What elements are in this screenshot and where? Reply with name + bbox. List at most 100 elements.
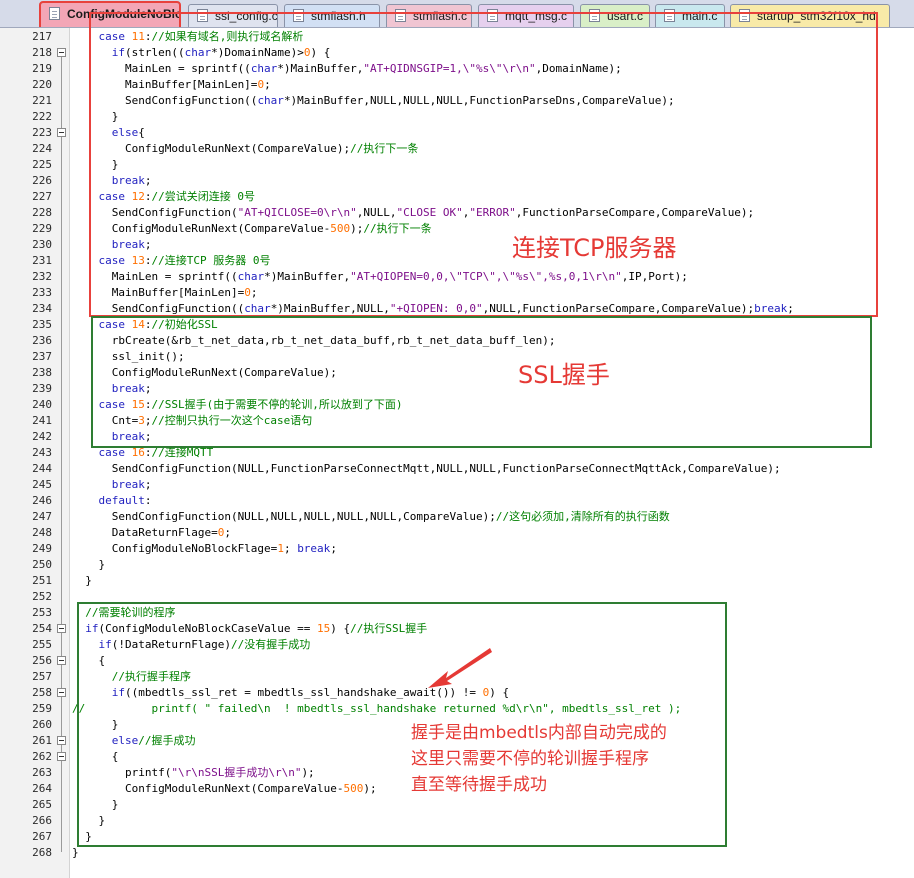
code-line[interactable]: 252 bbox=[0, 589, 914, 605]
code-token: : bbox=[144, 446, 152, 459]
code-line[interactable]: 218 if(strlen((char*)DomainName)>0) { bbox=[0, 45, 914, 61]
code-token: "+QIOPEN: 0,0" bbox=[389, 302, 483, 315]
tab-ssl-config-c[interactable]: ssl_config.c bbox=[188, 4, 278, 27]
line-number: 236 bbox=[32, 334, 52, 347]
code-line[interactable]: 235 case 14://初始化SSL bbox=[0, 317, 914, 333]
code-line[interactable]: 228 SendConfigFunction("AT+QICLOSE=0\r\n… bbox=[0, 205, 914, 221]
tab-label: main.c bbox=[682, 9, 718, 23]
tab-configmodulenoblock-c[interactable]: ConfigModuleNoBlock.c bbox=[39, 1, 181, 27]
code-token: 16 bbox=[131, 446, 145, 459]
tab-label: usart.c bbox=[607, 9, 644, 23]
code-token: *)MainBuffer, bbox=[277, 62, 364, 75]
code-text: } bbox=[72, 797, 119, 813]
code-text: case 15://SSL握手(由于需要不停的轮训,所以放到了下面) bbox=[72, 397, 403, 413]
code-line[interactable]: 221 SendConfigFunction((char*)MainBuffer… bbox=[0, 93, 914, 109]
code-text: break; bbox=[72, 381, 152, 397]
code-token: ); bbox=[301, 766, 315, 779]
code-text: case 13://连接TCP 服务器 0号 bbox=[72, 253, 271, 269]
code-line[interactable]: 220 MainBuffer[MainLen]=0; bbox=[0, 77, 914, 93]
code-text: MainBuffer[MainLen]=0; bbox=[72, 285, 258, 301]
code-token: case bbox=[98, 318, 126, 331]
code-token: char bbox=[184, 46, 212, 59]
code-line[interactable]: 243 case 16://连接MQTT bbox=[0, 445, 914, 461]
code-line[interactable]: 244 SendConfigFunction(NULL,FunctionPars… bbox=[0, 461, 914, 477]
code-line[interactable]: 233 MainBuffer[MainLen]=0; bbox=[0, 285, 914, 301]
line-number: 251 bbox=[32, 574, 52, 587]
code-line[interactable]: 242 break; bbox=[0, 429, 914, 445]
tab-usart-c[interactable]: usart.c bbox=[580, 4, 650, 27]
fold-toggle-icon[interactable] bbox=[57, 48, 66, 57]
code-text: } bbox=[72, 717, 119, 733]
code-token: ; bbox=[330, 542, 337, 555]
code-text: } bbox=[72, 157, 119, 173]
code-line[interactable]: 222 } bbox=[0, 109, 914, 125]
fold-toggle-icon[interactable] bbox=[57, 736, 66, 745]
code-line[interactable]: 217 case 11://如果有域名,则执行域名解析 bbox=[0, 29, 914, 45]
code-token: case bbox=[98, 398, 126, 411]
code-line[interactable]: 230 break; bbox=[0, 237, 914, 253]
code-token: 15 bbox=[317, 622, 331, 635]
line-number: 242 bbox=[32, 430, 52, 443]
code-line[interactable]: 259 // printf( " failed\n ! mbedtls_ssl_h… bbox=[0, 701, 914, 717]
line-number: 268 bbox=[32, 846, 52, 859]
code-line[interactable]: 266 } bbox=[0, 813, 914, 829]
code-line[interactable]: 265 } bbox=[0, 797, 914, 813]
code-line[interactable]: 224 ConfigModuleRunNext(CompareValue);//… bbox=[0, 141, 914, 157]
code-line[interactable]: 227 case 12://尝试关闭连接 0号 bbox=[0, 189, 914, 205]
line-number: 219 bbox=[32, 62, 52, 75]
code-line[interactable]: 245 break; bbox=[0, 477, 914, 493]
code-line[interactable]: 268} bbox=[0, 845, 914, 861]
code-line[interactable]: 234 SendConfigFunction((char*)MainBuffer… bbox=[0, 301, 914, 317]
code-line[interactable]: 240 case 15://SSL握手(由于需要不停的轮训,所以放到了下面) bbox=[0, 397, 914, 413]
code-token: ) { bbox=[310, 46, 331, 59]
tab-stmflash-h[interactable]: stmflash.h bbox=[284, 4, 380, 27]
code-token: : bbox=[144, 318, 152, 331]
code-line[interactable]: 238 ConfigModuleRunNext(CompareValue); bbox=[0, 365, 914, 381]
line-number: 261 bbox=[32, 734, 52, 747]
fold-toggle-icon[interactable] bbox=[57, 752, 66, 761]
code-line[interactable]: 237 ssl_init(); bbox=[0, 349, 914, 365]
code-line[interactable]: 249 ConfigModuleNoBlockFlage=1; break; bbox=[0, 541, 914, 557]
code-line[interactable]: 250 } bbox=[0, 557, 914, 573]
code-line[interactable]: 239 break; bbox=[0, 381, 914, 397]
tab-startup-stm32f10x-hd[interactable]: startup_stm32f10x_hd. bbox=[730, 4, 890, 27]
code-line[interactable]: 267 } bbox=[0, 829, 914, 845]
tab-main-c[interactable]: main.c bbox=[655, 4, 725, 27]
code-line[interactable]: 251 } bbox=[0, 573, 914, 589]
code-token: //SSL握手(由于需要不停的轮训,所以放到了下面) bbox=[151, 398, 403, 411]
code-line[interactable]: 223 else{ bbox=[0, 125, 914, 141]
code-token: printf( bbox=[72, 766, 172, 779]
code-line[interactable]: 229 ConfigModuleRunNext(CompareValue-500… bbox=[0, 221, 914, 237]
file-icon bbox=[49, 7, 60, 20]
code-line[interactable]: 219 MainLen = sprintf((char*)MainBuffer,… bbox=[0, 61, 914, 77]
code-text: SendConfigFunction(NULL,NULL,NULL,NULL,N… bbox=[72, 509, 670, 525]
fold-toggle-icon[interactable] bbox=[57, 688, 66, 697]
code-text: ConfigModuleNoBlockFlage=1; break; bbox=[72, 541, 337, 557]
code-line[interactable]: 254 if(ConfigModuleNoBlockCaseValue == 1… bbox=[0, 621, 914, 637]
code-line[interactable]: 231 case 13://连接TCP 服务器 0号 bbox=[0, 253, 914, 269]
code-line[interactable]: 248 DataReturnFlage=0; bbox=[0, 525, 914, 541]
code-token: } bbox=[72, 110, 119, 123]
fold-toggle-icon[interactable] bbox=[57, 624, 66, 633]
code-line[interactable]: 226 break; bbox=[0, 173, 914, 189]
fold-toggle-icon[interactable] bbox=[57, 656, 66, 665]
code-line[interactable]: 253 //需要轮训的程序 bbox=[0, 605, 914, 621]
code-line[interactable]: 236 rbCreate(&rb_t_net_data,rb_t_net_dat… bbox=[0, 333, 914, 349]
file-icon bbox=[293, 9, 304, 22]
code-line[interactable]: 247 SendConfigFunction(NULL,NULL,NULL,NU… bbox=[0, 509, 914, 525]
code-token: //需要轮训的程序 bbox=[85, 606, 176, 619]
code-token: default bbox=[98, 494, 145, 507]
code-line[interactable]: 232 MainLen = sprintf((char*)MainBuffer,… bbox=[0, 269, 914, 285]
code-line[interactable]: 241 Cnt=3;//控制只执行一次这个case语句 bbox=[0, 413, 914, 429]
code-line[interactable]: 225 } bbox=[0, 157, 914, 173]
fold-toggle-icon[interactable] bbox=[57, 128, 66, 137]
code-text: { bbox=[72, 749, 119, 765]
code-line[interactable]: 246 default: bbox=[0, 493, 914, 509]
tab-mqtt-msg-c[interactable]: mqtt_msg.c bbox=[478, 4, 574, 27]
tab-stmflash-c[interactable]: stmflash.c bbox=[386, 4, 472, 27]
code-token: *)MainBuffer,NULL,NULL,NULL,FunctionPars… bbox=[283, 94, 675, 107]
